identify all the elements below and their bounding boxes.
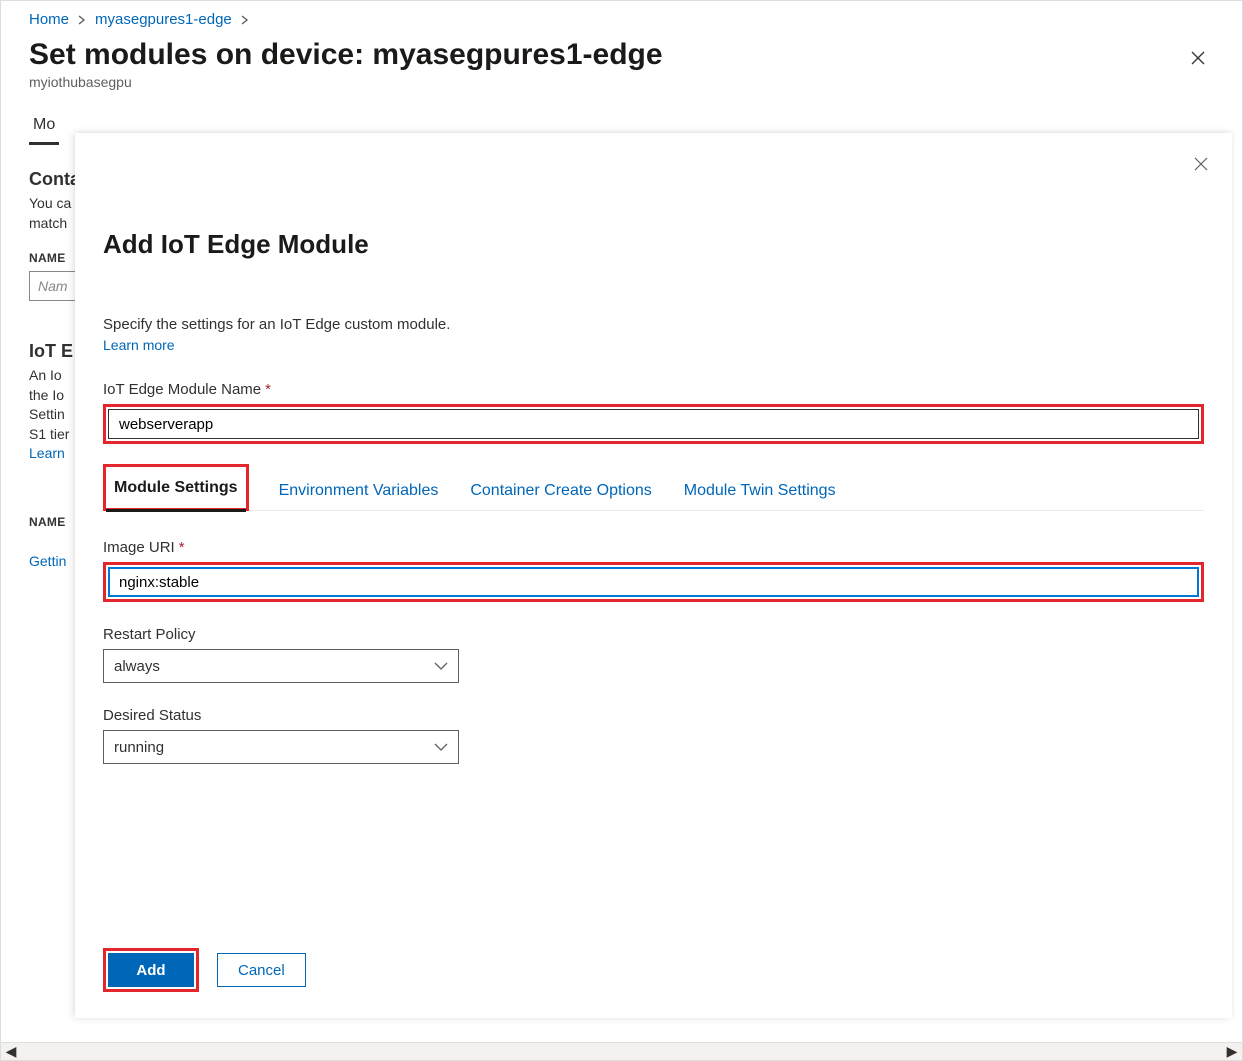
page-subtitle: myiothubasegpu — [29, 74, 1214, 90]
module-name-label: IoT Edge Module Name* — [103, 381, 1204, 398]
flyout-footer: Add Cancel — [75, 926, 1232, 1018]
page-title: Set modules on device: myasegpures1-edge — [29, 38, 1214, 72]
add-module-flyout: Add IoT Edge Module Specify the settings… — [75, 133, 1232, 1018]
tab-module-settings[interactable]: Module Settings — [112, 471, 240, 507]
tab-module-twin-settings[interactable]: Module Twin Settings — [682, 474, 838, 510]
image-uri-input[interactable] — [108, 567, 1199, 597]
breadcrumb: Home myasegpures1-edge — [1, 1, 1242, 28]
cancel-button[interactable]: Cancel — [217, 953, 306, 987]
module-name-input[interactable] — [108, 409, 1199, 439]
close-page-button[interactable] — [1184, 44, 1212, 72]
image-uri-highlight — [103, 562, 1204, 602]
bg-learn-more-link[interactable]: Learn — [29, 445, 65, 461]
close-flyout-button[interactable] — [1188, 151, 1214, 177]
horizontal-scrollbar[interactable]: ◀ ▶ — [1, 1042, 1242, 1060]
scroll-left-icon[interactable]: ◀ — [3, 1043, 19, 1060]
module-name-highlight — [103, 404, 1204, 444]
flyout-description: Specify the settings for an IoT Edge cus… — [103, 316, 1204, 333]
tab-modules-bg[interactable]: Mo — [29, 108, 59, 145]
restart-policy-label: Restart Policy — [103, 626, 1204, 643]
add-button-highlight: Add — [103, 948, 199, 992]
restart-policy-value: always — [114, 658, 160, 675]
chevron-down-icon — [434, 742, 448, 752]
tab-environment-variables[interactable]: Environment Variables — [277, 474, 441, 510]
image-uri-label: Image URI* — [103, 539, 1204, 556]
learn-more-link[interactable]: Learn more — [103, 337, 175, 353]
desired-status-select[interactable]: running — [103, 730, 459, 764]
module-tabs: Module Settings Environment Variables Co… — [103, 464, 1204, 511]
add-button[interactable]: Add — [108, 953, 194, 987]
tab-container-create-options[interactable]: Container Create Options — [468, 474, 653, 510]
breadcrumb-device[interactable]: myasegpures1-edge — [95, 11, 232, 28]
desired-status-value: running — [114, 739, 164, 756]
chevron-down-icon — [434, 661, 448, 671]
desired-status-label: Desired Status — [103, 707, 1204, 724]
flyout-title: Add IoT Edge Module — [103, 229, 1204, 260]
tab-module-settings-highlight: Module Settings — [103, 464, 249, 511]
scroll-right-icon[interactable]: ▶ — [1224, 1043, 1240, 1060]
breadcrumb-home[interactable]: Home — [29, 11, 69, 28]
restart-policy-select[interactable]: always — [103, 649, 459, 683]
chevron-right-icon — [77, 15, 87, 25]
chevron-right-icon — [240, 15, 250, 25]
